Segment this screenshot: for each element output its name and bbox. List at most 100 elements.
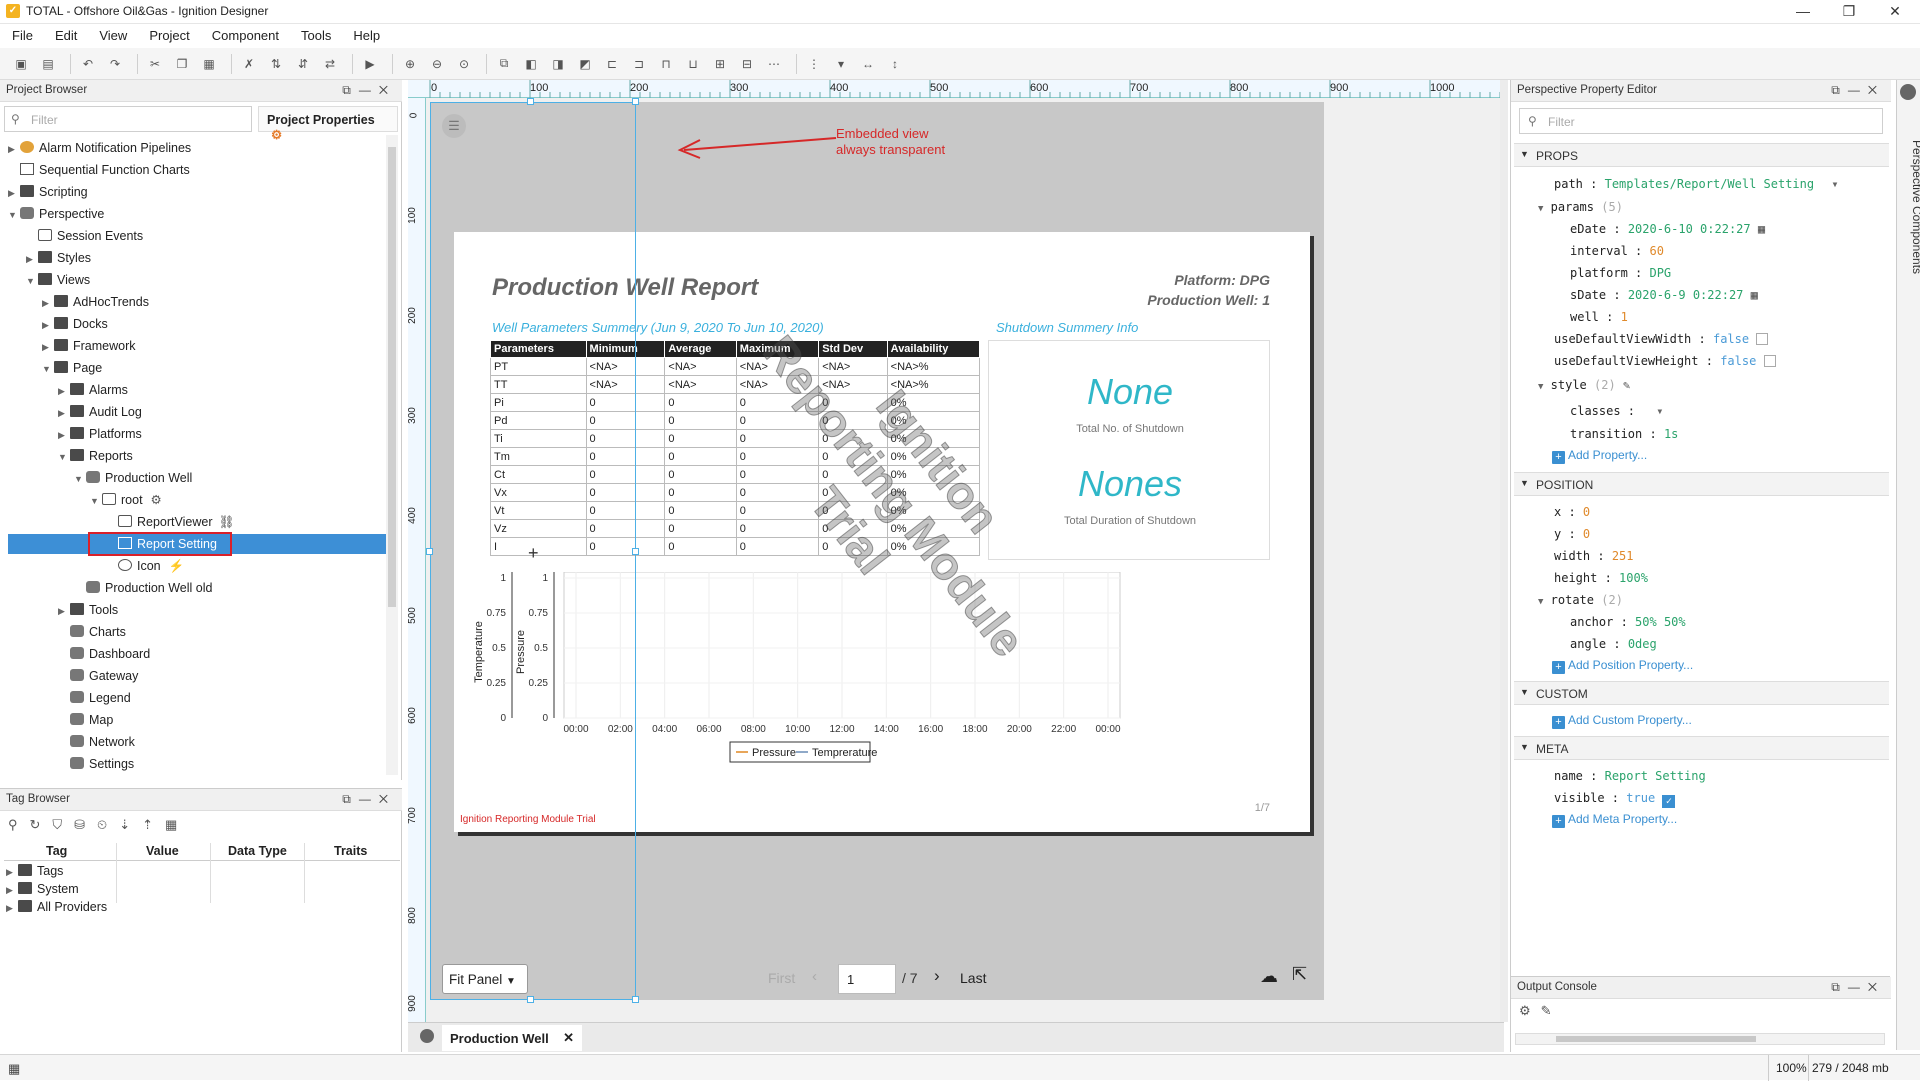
prop-anchor[interactable]: anchor : 50% 50% bbox=[1570, 615, 1686, 629]
prop-visible[interactable]: visible : true ✓ bbox=[1554, 791, 1676, 808]
col-data-type[interactable]: Data Type bbox=[228, 844, 287, 858]
custom-section-header[interactable]: ▼ CUSTOM bbox=[1514, 681, 1889, 705]
minimize-button[interactable]: — bbox=[1780, 0, 1826, 24]
project-properties-button[interactable]: Project Properties ⚙ bbox=[258, 106, 398, 142]
tree-item[interactable]: ReportViewer ⛓ bbox=[106, 512, 234, 532]
prop-height[interactable]: height : 100% bbox=[1554, 571, 1648, 585]
align-center-icon[interactable]: ⊞ bbox=[709, 53, 731, 75]
menu-view[interactable]: View bbox=[87, 25, 137, 43]
save-icon[interactable]: ▣ bbox=[10, 53, 32, 75]
preview-play-icon[interactable]: ▶ bbox=[359, 53, 381, 75]
vertical-dots-icon[interactable]: ⋮ bbox=[803, 53, 825, 75]
scrollbar-thumb[interactable] bbox=[388, 147, 396, 607]
bring-front-icon[interactable]: ◧ bbox=[520, 53, 542, 75]
maximize-button[interactable]: ❐ bbox=[1826, 0, 1872, 24]
prop-well[interactable]: well : 1 bbox=[1570, 310, 1628, 324]
redo-icon[interactable]: ↷ bbox=[104, 53, 126, 75]
prop-angle[interactable]: angle : 0deg bbox=[1570, 637, 1657, 651]
tree-item[interactable]: Network bbox=[58, 732, 135, 752]
tab-production-well[interactable]: Production Well ✕ bbox=[442, 1025, 582, 1051]
tree-item[interactable]: Sequential Function Charts bbox=[8, 160, 190, 180]
close-window-button[interactable]: ✕ bbox=[1872, 0, 1918, 24]
perspective-components-icon[interactable] bbox=[1900, 84, 1916, 100]
tree-item[interactable]: Session Events bbox=[26, 226, 143, 246]
add-custom-link[interactable]: + Add Custom Property... bbox=[1552, 713, 1692, 729]
tree-item[interactable]: Legend bbox=[58, 688, 131, 708]
align-right-icon[interactable]: ⊐ bbox=[628, 53, 650, 75]
tree-item[interactable]: ▶ Styles bbox=[26, 248, 91, 268]
tag-row[interactable]: ▶ Tags bbox=[6, 861, 63, 881]
checkbox[interactable] bbox=[1756, 333, 1769, 345]
col-traits[interactable]: Traits bbox=[334, 844, 367, 858]
grid-icon[interactable]: ▦ bbox=[8, 1061, 20, 1077]
panel-window-controls-icon[interactable]: ⧉—✕ bbox=[342, 792, 396, 807]
tag-row[interactable]: ▶ All Providers bbox=[6, 897, 107, 917]
tree-item[interactable]: Settings bbox=[58, 754, 134, 774]
checkbox-checked-icon[interactable]: ✓ bbox=[1662, 795, 1676, 808]
dropdown-arrow-icon[interactable]: ▾ bbox=[830, 53, 852, 75]
tree-item[interactable]: ▶ Framework bbox=[42, 336, 136, 356]
col-value[interactable]: Value bbox=[146, 844, 179, 858]
tag-row[interactable]: ▶ System bbox=[6, 879, 79, 899]
menu-file[interactable]: File bbox=[0, 25, 43, 43]
menu-help[interactable]: Help bbox=[341, 25, 390, 43]
console-toolbar[interactable]: ⚙✎ bbox=[1519, 1003, 1562, 1019]
cross-icon[interactable]: ✗ bbox=[238, 53, 260, 75]
position-section-header[interactable]: ▼ POSITION bbox=[1514, 472, 1889, 496]
tree-item[interactable]: ▶ Audit Log bbox=[58, 402, 142, 422]
download-icon[interactable]: ☁ bbox=[1260, 966, 1278, 987]
first-page-button[interactable]: First bbox=[768, 970, 795, 986]
project-filter-field[interactable]: ⚲ Filter bbox=[4, 106, 252, 132]
align-top-icon[interactable]: ⊓ bbox=[655, 53, 677, 75]
property-filter-field[interactable]: ⚲ Filter bbox=[1519, 108, 1883, 134]
tree-item[interactable]: ▼ Perspective bbox=[8, 204, 104, 224]
undo-icon[interactable]: ↶ bbox=[77, 53, 99, 75]
group-icon[interactable]: ⧉ bbox=[493, 53, 515, 75]
prop-width[interactable]: width : 251 bbox=[1554, 549, 1634, 563]
prev-page-icon[interactable]: ‹ bbox=[812, 968, 817, 985]
prop-path[interactable]: path : Templates/Report/Well Setting ▾ bbox=[1554, 177, 1839, 191]
prop-name[interactable]: name : Report Setting bbox=[1554, 769, 1706, 783]
menu-component[interactable]: Component bbox=[200, 25, 289, 43]
copy-icon[interactable]: ❐ bbox=[171, 53, 193, 75]
tree-item[interactable]: ▼ Views bbox=[26, 270, 90, 290]
distribute-icon[interactable]: ⊟ bbox=[736, 53, 758, 75]
workspace-splitter[interactable] bbox=[1500, 80, 1508, 1022]
prop-y[interactable]: y : 0 bbox=[1554, 527, 1590, 541]
close-tab-icon[interactable]: ✕ bbox=[563, 1030, 574, 1046]
prop-use-default-view-height[interactable]: useDefaultViewHeight : false bbox=[1554, 354, 1776, 368]
calendar-icon[interactable]: ▦ bbox=[1751, 288, 1758, 302]
prop-sdate[interactable]: sDate : 2020-6-9 0:22:27 ▦ bbox=[1570, 288, 1758, 302]
page-number-input[interactable]: 1 bbox=[838, 964, 896, 994]
tree-item[interactable]: ▶ Docks bbox=[42, 314, 108, 334]
chevron-down-icon[interactable]: ▾ bbox=[1656, 404, 1663, 418]
menu-edit[interactable]: Edit bbox=[43, 25, 87, 43]
paste-icon[interactable]: ▦ bbox=[198, 53, 220, 75]
height-icon[interactable]: ↕ bbox=[884, 53, 906, 75]
checkbox[interactable] bbox=[1763, 355, 1776, 367]
meta-section-header[interactable]: ▼ META bbox=[1514, 736, 1889, 760]
spacing-icon[interactable]: ⋯ bbox=[763, 53, 785, 75]
panel-window-controls-icon[interactable]: ⧉—✕ bbox=[1831, 83, 1885, 98]
prop-interval[interactable]: interval : 60 bbox=[1570, 244, 1664, 258]
props-section-header[interactable]: ▼ PROPS bbox=[1514, 143, 1889, 167]
open-external-icon[interactable]: ⇱ bbox=[1292, 964, 1307, 985]
send-back-icon[interactable]: ◨ bbox=[547, 53, 569, 75]
menu-tools[interactable]: Tools bbox=[289, 25, 341, 43]
add-property-link[interactable]: + Add Property... bbox=[1552, 448, 1647, 464]
tree-item[interactable]: ▶ Scripting bbox=[8, 182, 88, 202]
panel-window-controls-icon[interactable]: ⧉—✕ bbox=[1831, 980, 1885, 995]
add-position-link[interactable]: + Add Position Property... bbox=[1552, 658, 1693, 674]
zoom-fit-icon[interactable]: ⊙ bbox=[453, 53, 475, 75]
tree-item[interactable]: ▼ Page bbox=[42, 358, 102, 378]
paint-icon[interactable]: ✎ bbox=[1623, 378, 1630, 392]
tree-item[interactable]: Production Well old bbox=[74, 578, 212, 598]
prop-style[interactable]: ▼ style (2) ✎ bbox=[1538, 378, 1630, 392]
fit-panel-dropdown[interactable]: Fit Panel ▼ bbox=[442, 964, 528, 994]
width-icon[interactable]: ↔ bbox=[857, 53, 879, 75]
tree-item[interactable]: ▼ Reports bbox=[58, 446, 133, 466]
last-page-button[interactable]: Last bbox=[960, 970, 986, 986]
next-page-icon[interactable]: › bbox=[934, 966, 940, 986]
toggle-icon[interactable]: ⇄ bbox=[319, 53, 341, 75]
chevron-down-icon[interactable]: ▾ bbox=[1831, 177, 1838, 191]
